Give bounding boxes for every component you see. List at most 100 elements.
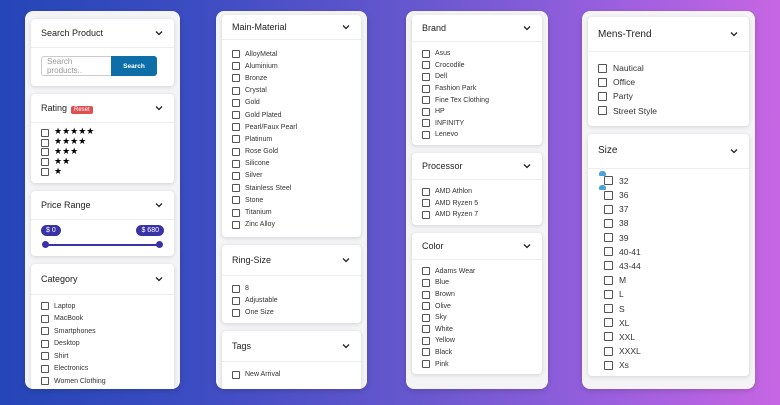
chevron-down-icon[interactable] [729,29,739,39]
checkbox[interactable] [604,360,613,370]
checkbox[interactable] [598,91,607,101]
price-slider-track[interactable] [45,243,160,246]
checkbox[interactable] [41,352,49,361]
main-material-header[interactable]: Main-Material [222,15,361,40]
checkbox[interactable] [422,84,430,93]
price-slider-max-handle[interactable] [156,241,163,249]
checkbox[interactable] [422,360,430,369]
checkbox[interactable] [422,210,430,219]
list-item[interactable]: Yellow [422,335,532,347]
processor-header[interactable]: Processor [412,153,542,180]
list-item[interactable]: 43-44 [604,259,739,273]
checkbox[interactable] [422,119,430,128]
checkbox[interactable] [604,218,613,228]
checkbox[interactable] [41,364,49,373]
list-item[interactable]: Platinum [232,133,351,145]
list-item[interactable]: Pink [422,358,532,370]
checkbox[interactable] [232,220,240,229]
list-item[interactable]: Party [598,89,739,103]
checkbox[interactable] [422,348,430,357]
checkbox[interactable] [232,196,240,205]
list-item[interactable]: XL [604,316,739,330]
checkbox[interactable] [232,123,240,132]
list-item[interactable]: Silicone [232,158,351,170]
list-item[interactable]: Black [422,347,532,359]
price-slider-min-handle[interactable] [42,241,49,249]
list-item[interactable]: Brown [422,289,532,301]
list-item[interactable]: S [604,301,739,315]
checkbox[interactable] [232,98,240,107]
list-item[interactable]: 40-41 [604,245,739,259]
reset-button[interactable]: Reset [71,106,93,114]
checkbox[interactable] [232,62,240,71]
size-header[interactable]: Size [588,134,749,169]
list-item[interactable]: Adjustable [232,295,351,307]
list-item[interactable]: XXXL [604,344,739,358]
checkbox[interactable] [604,332,613,342]
checkbox[interactable] [422,199,430,208]
tags-header[interactable]: Tags [222,331,361,362]
rating-option[interactable]: ★ [41,167,164,177]
list-item[interactable]: Gold Plated [232,109,351,121]
checkbox[interactable] [41,314,49,323]
checkbox[interactable] [41,339,49,348]
search-product-header[interactable]: Search Product [31,19,174,48]
checkbox[interactable] [232,111,240,120]
checkbox[interactable] [232,147,240,156]
rating-option[interactable]: ★★ [41,157,164,167]
list-item[interactable]: Silver [232,170,351,182]
list-item[interactable]: Xs [604,358,739,372]
list-item[interactable]: 8 [232,283,351,295]
chevron-down-icon[interactable] [522,241,532,251]
list-item[interactable]: Gold [232,97,351,109]
checkbox[interactable] [422,96,430,105]
list-item[interactable]: Stainless Steel [232,182,351,194]
chevron-down-icon[interactable] [341,22,351,32]
search-button[interactable]: Search [111,56,157,76]
checkbox[interactable] [422,187,430,196]
checkbox[interactable] [604,204,613,214]
chevron-down-icon[interactable] [154,200,164,210]
list-item[interactable]: Electronics [41,362,164,375]
checkbox[interactable] [422,325,430,334]
checkbox[interactable] [41,327,49,336]
list-item[interactable]: Pearl/Faux Pearl [232,121,351,133]
checkbox[interactable] [422,72,430,81]
search-input[interactable]: Search products.. [41,56,111,76]
list-item[interactable]: Titanium [232,206,351,218]
chevron-down-icon[interactable] [341,341,351,351]
list-item[interactable]: XXL [604,330,739,344]
list-item[interactable]: L [604,287,739,301]
checkbox[interactable] [41,148,49,157]
checkbox[interactable] [41,128,49,137]
checkbox[interactable] [598,77,607,87]
checkbox[interactable] [422,107,430,116]
checkbox[interactable] [422,278,430,287]
checkbox[interactable] [232,135,240,144]
list-item[interactable]: Sky [422,312,532,324]
checkbox[interactable] [41,168,49,177]
checkbox[interactable] [598,63,607,73]
checkbox[interactable] [232,284,240,293]
list-item[interactable]: Laptop [41,300,164,313]
checkbox[interactable] [604,176,613,186]
list-item[interactable]: New Arrival [232,369,351,381]
color-header[interactable]: Color [412,233,542,260]
list-item[interactable]: MacBook [41,312,164,325]
checkbox[interactable] [422,49,430,58]
checkbox[interactable] [422,61,430,70]
list-item[interactable]: Adams Wear [422,266,532,278]
list-item[interactable]: 36 [604,188,739,202]
chevron-down-icon[interactable] [154,28,164,38]
checkbox[interactable] [232,308,240,317]
list-item[interactable]: Bronze [232,72,351,84]
checkbox[interactable] [604,318,613,328]
list-item[interactable]: Street Style [598,104,739,118]
list-item[interactable]: Lenevo [422,129,532,141]
checkbox[interactable] [604,190,613,200]
category-header[interactable]: Category [31,264,174,295]
checkbox[interactable] [232,296,240,305]
checkbox[interactable] [604,247,613,257]
list-item[interactable]: AMD Athlon [422,186,532,198]
list-item[interactable]: Nautical [598,61,739,75]
